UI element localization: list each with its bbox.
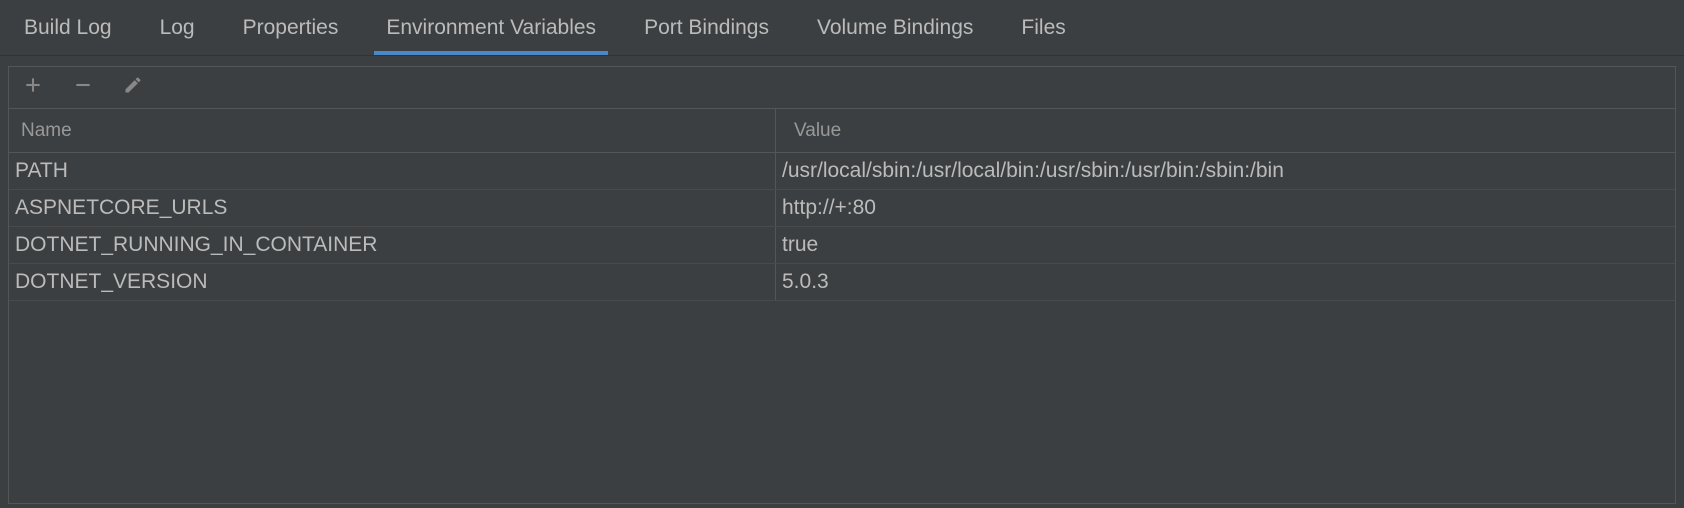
toolbar [9,67,1675,109]
tab-label: Log [160,16,195,40]
env-value-cell: true [776,227,1675,263]
plus-icon [23,75,43,100]
tab-log[interactable]: Log [136,0,219,55]
tab-properties[interactable]: Properties [219,0,363,55]
env-name-cell: PATH [9,153,776,189]
tab-label: Files [1021,16,1065,40]
column-header-value[interactable]: Value [776,109,1675,152]
table-row[interactable]: ASPNETCORE_URLS http://+:80 [9,190,1675,227]
column-label: Name [21,120,72,142]
tab-label: Port Bindings [644,16,769,40]
tab-bar: Build Log Log Properties Environment Var… [0,0,1684,56]
env-vars-panel: Name Value PATH /usr/local/sbin:/usr/loc… [8,66,1676,504]
env-value-cell: http://+:80 [776,190,1675,226]
table-body: PATH /usr/local/sbin:/usr/local/bin:/usr… [9,153,1675,503]
env-value-cell: 5.0.3 [776,264,1675,300]
env-name-cell: ASPNETCORE_URLS [9,190,776,226]
env-name-cell: DOTNET_VERSION [9,264,776,300]
table-row[interactable]: DOTNET_RUNNING_IN_CONTAINER true [9,227,1675,264]
tab-label: Properties [243,16,339,40]
column-label: Value [794,120,841,142]
table-row[interactable]: PATH /usr/local/sbin:/usr/local/bin:/usr… [9,153,1675,190]
tab-volume-bindings[interactable]: Volume Bindings [793,0,997,55]
env-value-cell: /usr/local/sbin:/usr/local/bin:/usr/sbin… [776,153,1675,189]
minus-icon [73,75,93,100]
env-name-cell: DOTNET_RUNNING_IN_CONTAINER [9,227,776,263]
pencil-icon [123,75,143,100]
remove-button[interactable] [71,76,95,100]
tab-port-bindings[interactable]: Port Bindings [620,0,793,55]
add-button[interactable] [21,76,45,100]
edit-button[interactable] [121,76,145,100]
table-header: Name Value [9,109,1675,153]
table-row[interactable]: DOTNET_VERSION 5.0.3 [9,264,1675,301]
tab-build-log[interactable]: Build Log [0,0,136,55]
tab-label: Volume Bindings [817,16,973,40]
tab-label: Environment Variables [386,16,596,40]
tab-files[interactable]: Files [997,0,1089,55]
tab-label: Build Log [24,16,112,40]
column-header-name[interactable]: Name [9,109,776,152]
tab-environment-variables[interactable]: Environment Variables [362,0,620,55]
